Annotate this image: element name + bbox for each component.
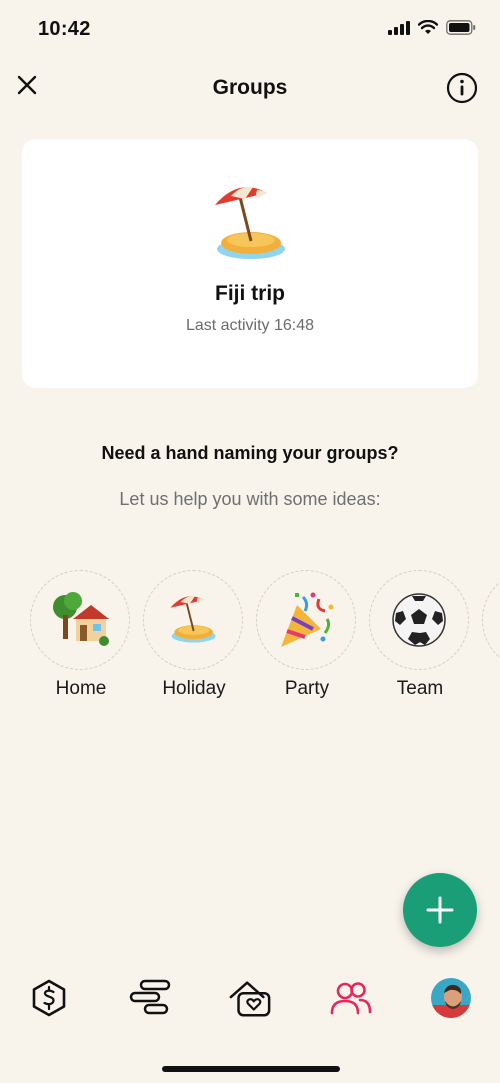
idea-team[interactable]: Team <box>369 570 471 700</box>
page-title: Groups <box>212 76 288 99</box>
tab-activity[interactable] <box>128 976 172 1020</box>
idea-label: Party <box>284 678 330 699</box>
add-group-button[interactable] <box>403 873 477 947</box>
plus-icon <box>426 896 454 924</box>
partial-idea-icon <box>482 570 500 670</box>
groups-icon <box>330 982 372 1015</box>
profile-avatar <box>431 978 471 1018</box>
house-with-tree-icon <box>30 570 130 670</box>
status-time: 10:42 <box>38 18 91 40</box>
tab-groups[interactable] <box>329 976 373 1020</box>
idea-holiday[interactable]: Holiday <box>143 570 245 700</box>
idea-suggestions: Home Holiday Party Team <box>0 570 500 710</box>
tab-shared-house[interactable] <box>228 976 272 1020</box>
group-last-activity: Last activity 16:48 <box>185 317 315 334</box>
battery-icon <box>446 20 476 35</box>
idea-party[interactable]: Party <box>256 570 358 700</box>
tab-money[interactable] <box>27 976 71 1020</box>
group-name: Fiji trip <box>215 282 285 305</box>
status-bar: 10:42 <box>0 0 500 60</box>
info-button[interactable] <box>446 72 478 104</box>
tab-profile[interactable] <box>429 976 473 1020</box>
money-icon <box>32 979 66 1017</box>
home-indicator <box>162 1066 340 1072</box>
status-icons <box>388 20 476 35</box>
info-icon <box>446 72 478 104</box>
help-subtitle: Let us help you with some ideas: <box>119 489 381 509</box>
tab-bar <box>0 968 500 1028</box>
soccer-ball-icon <box>369 570 469 670</box>
cellular-signal-icon <box>388 20 410 35</box>
idea-home[interactable]: Home <box>30 570 132 700</box>
idea-label: F <box>482 678 500 700</box>
shared-house-icon <box>229 981 271 1017</box>
idea-label: Team <box>396 678 444 699</box>
help-title: Need a hand naming your groups? <box>101 443 399 463</box>
party-popper-icon <box>256 570 356 670</box>
idea-label: Home <box>55 678 107 699</box>
idea-partial[interactable]: F <box>482 570 500 700</box>
beach-umbrella-icon <box>143 570 243 670</box>
beach-umbrella-icon <box>22 179 478 274</box>
idea-label: Holiday <box>162 678 226 699</box>
group-card[interactable]: Fiji trip Last activity 16:48 <box>22 139 478 388</box>
activity-icon <box>129 979 171 1015</box>
wifi-icon <box>418 20 438 34</box>
header: Groups <box>0 62 500 114</box>
